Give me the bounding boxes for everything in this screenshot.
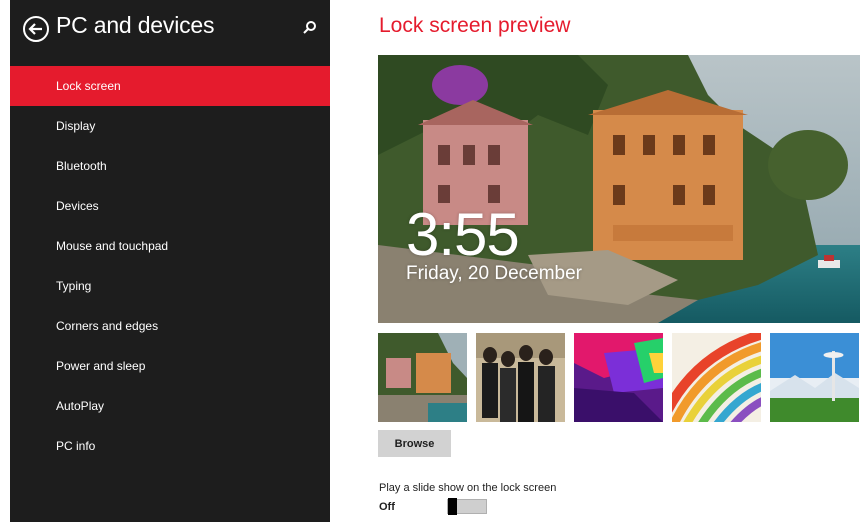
sidebar: PC and devices Lock screen Display Bluet…: [10, 0, 330, 522]
page-title: PC and devices: [56, 12, 215, 38]
back-arrow-icon[interactable]: [23, 16, 49, 42]
lock-screen-time: 3:55: [406, 201, 520, 268]
search-icon[interactable]: [300, 18, 320, 38]
browse-button[interactable]: Browse: [378, 430, 451, 457]
thumbnail-rainbow-stripes[interactable]: [672, 333, 761, 422]
nav-item-lock-screen[interactable]: Lock screen: [10, 66, 330, 106]
slideshow-toggle[interactable]: [447, 498, 487, 515]
main-content: Lock screen preview 3:55 Friday, 20 Dece…: [378, 0, 865, 522]
thumbnail-geometric-colors[interactable]: [574, 333, 663, 422]
nav-item-display[interactable]: Display: [10, 106, 330, 146]
thumbnail-band-photo[interactable]: [476, 333, 565, 422]
slideshow-state-label: Off: [379, 501, 395, 513]
nav-item-power-sleep[interactable]: Power and sleep: [10, 346, 330, 386]
lock-screen-date: Friday, 20 December: [406, 263, 582, 284]
slideshow-label: Play a slide show on the lock screen: [379, 482, 557, 494]
background-thumbnails: [378, 333, 865, 423]
nav-item-bluetooth[interactable]: Bluetooth: [10, 146, 330, 186]
lock-screen-preview: 3:55 Friday, 20 December: [378, 55, 860, 323]
thumbnail-space-needle[interactable]: [770, 333, 859, 422]
section-title: Lock screen preview: [379, 14, 571, 37]
nav-item-devices[interactable]: Devices: [10, 186, 330, 226]
nav-item-pc-info[interactable]: PC info: [10, 426, 330, 466]
sidebar-header: PC and devices: [10, 10, 330, 50]
nav-item-typing[interactable]: Typing: [10, 266, 330, 306]
thumbnail-coastal-villas[interactable]: [378, 333, 467, 422]
nav-item-corners-edges[interactable]: Corners and edges: [10, 306, 330, 346]
nav-item-mouse-touchpad[interactable]: Mouse and touchpad: [10, 226, 330, 266]
settings-nav: Lock screen Display Bluetooth Devices Mo…: [10, 66, 330, 466]
toggle-thumb[interactable]: [448, 498, 457, 515]
nav-item-autoplay[interactable]: AutoPlay: [10, 386, 330, 426]
